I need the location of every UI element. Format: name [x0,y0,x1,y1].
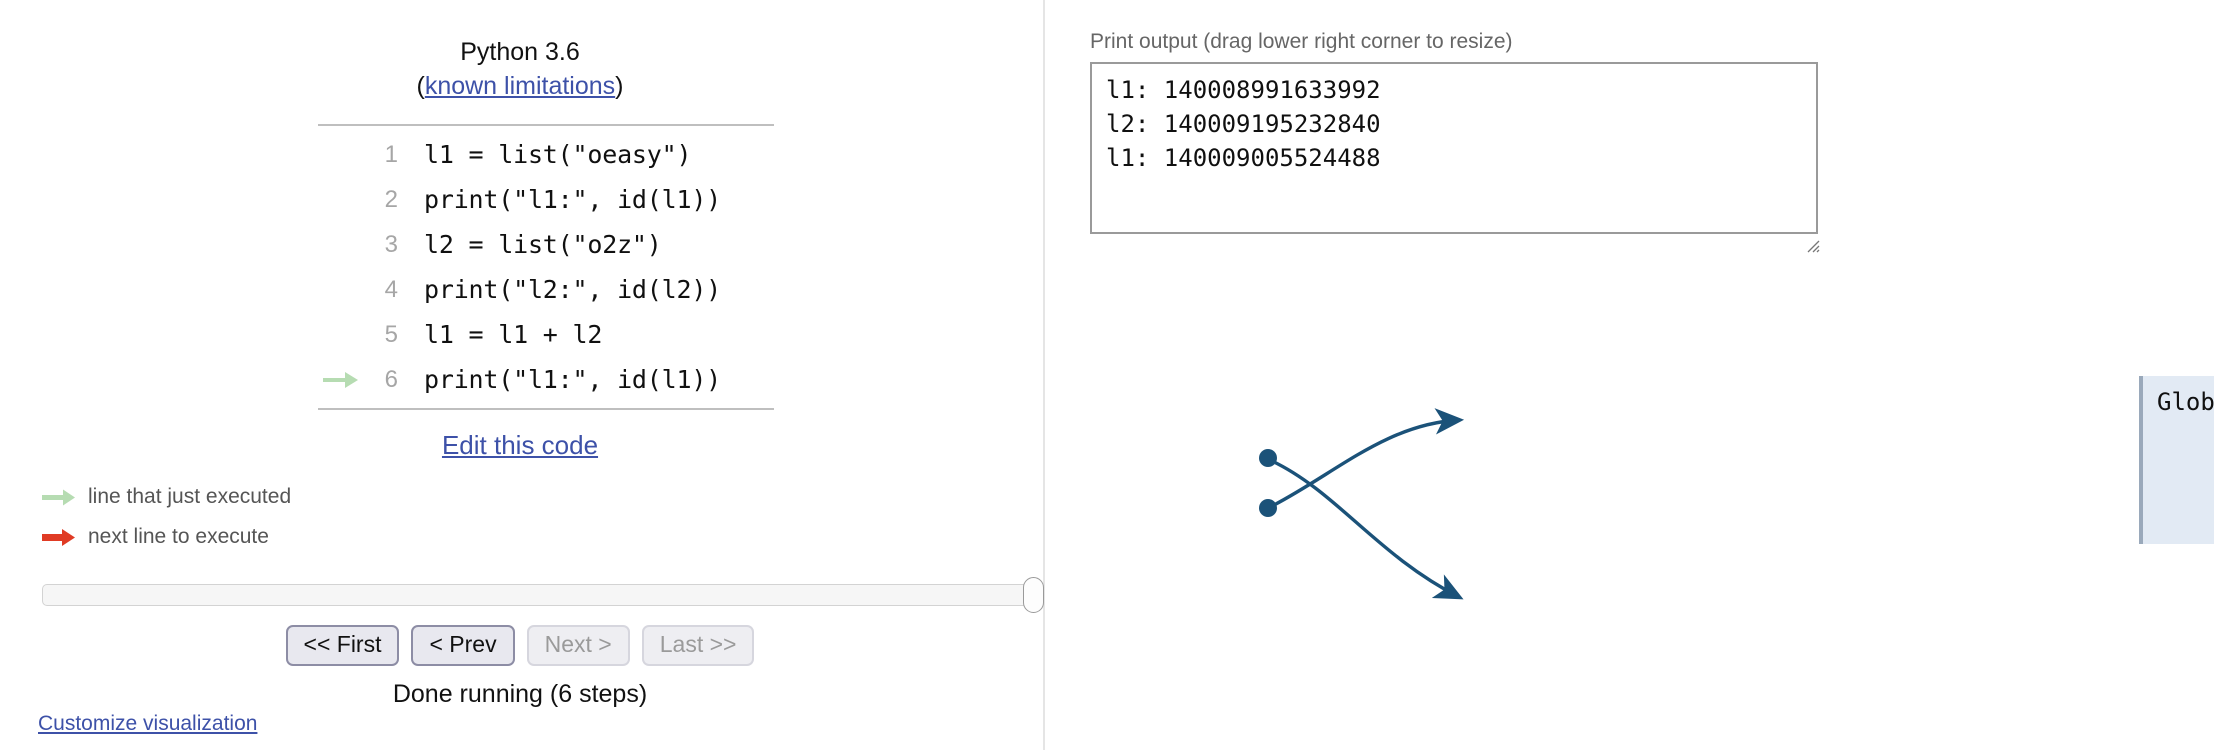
line-code-text: print("l1:", id(l1)) [424,365,722,394]
global-frame-box: Global frame l1 l2 [2139,376,2214,544]
python-version-block: Python 3.6 (known limitations) [0,36,1040,104]
legend-label-next: next line to execute [88,525,269,548]
code-line[interactable]: 4 print("l2:", id(l2)) [318,267,774,312]
navigation-button-group: << First < Prev Next > Last >> [0,625,1040,667]
customize-visualization-link[interactable]: Customize visualization [38,712,257,736]
execution-legend: line that just executed next line to exe… [42,477,291,557]
known-limitations-paren-open: ( [416,71,425,100]
code-display: 1 l1 = list("oeasy") 2 print("l1:", id(l… [318,124,774,410]
legend-label-executed: line that just executed [88,485,292,508]
next-button[interactable]: Next > [526,625,630,667]
code-line[interactable]: 2 print("l1:", id(l1)) [318,177,774,222]
line-number: 4 [384,275,398,303]
python-version-label: Python 3.6 [460,38,580,66]
code-panel: Python 3.6 (known limitations) 1 l1 = li… [0,0,1045,750]
step-slider[interactable] [42,577,1044,613]
line-code-text: print("l2:", id(l2)) [424,275,722,304]
line-code-text: l2 = list("o2z") [424,230,662,259]
edit-this-code-link[interactable]: Edit this code [0,430,1040,461]
line-number: 3 [384,230,398,258]
pointer-dot-l2 [1259,499,1277,517]
code-line[interactable]: 3 l2 = list("o2z") [318,222,774,267]
line-code-text: print("l1:", id(l1)) [424,185,722,214]
slider-track[interactable] [42,584,1042,606]
pointer-arrow-l2 [1273,408,1465,507]
code-line[interactable]: 5 l1 = l1 + l2 [318,312,774,357]
line-number: 5 [384,320,398,348]
line-code-text: l1 = list("oeasy") [424,140,692,169]
legend-row-executed: line that just executed [42,477,291,517]
code-line[interactable]: 1 l1 = list("oeasy") [318,132,774,177]
print-output-line: l2: 140009195232840 [1106,109,1381,138]
line-number: 2 [384,185,398,213]
green-arrow-icon [42,489,78,506]
code-line-active[interactable]: 6 print("l1:", id(l1)) [318,357,774,402]
visualization-panel: Print output (drag lower right corner to… [1047,0,2214,750]
resize-grip-icon[interactable] [1805,238,1821,254]
print-output-label: Print output (drag lower right corner to… [1090,30,1513,53]
pointer-dot-l1 [1259,449,1277,467]
known-limitations-link[interactable]: known limitations [425,72,615,100]
print-output-box[interactable]: l1: 140008991633992 l2: 140009195232840 … [1090,62,1818,234]
red-arrow-icon [42,528,78,546]
print-output-line: l1: 140008991633992 [1106,76,1381,104]
print-output-line: l1: 140009005524488 [1106,143,1381,172]
legend-row-next: next line to execute [42,517,291,557]
line-number: 6 [384,365,398,393]
global-frame-title: Global frame [2157,388,2214,416]
first-button[interactable]: << First [285,625,400,667]
line-number: 1 [384,140,398,168]
pointer-arrow-l1 [1271,459,1464,600]
execution-status-text: Done running (6 steps) [392,680,648,708]
execution-arrow-slot [318,371,364,389]
green-arrow-icon [323,371,358,388]
prev-button[interactable]: < Prev [411,625,515,667]
slider-handle[interactable] [1023,577,1044,613]
known-limitations-paren-close: ) [615,71,624,100]
last-button[interactable]: Last >> [641,625,755,667]
known-limitations-line: (known limitations) [0,70,1040,104]
line-code-text: l1 = l1 + l2 [424,320,603,349]
